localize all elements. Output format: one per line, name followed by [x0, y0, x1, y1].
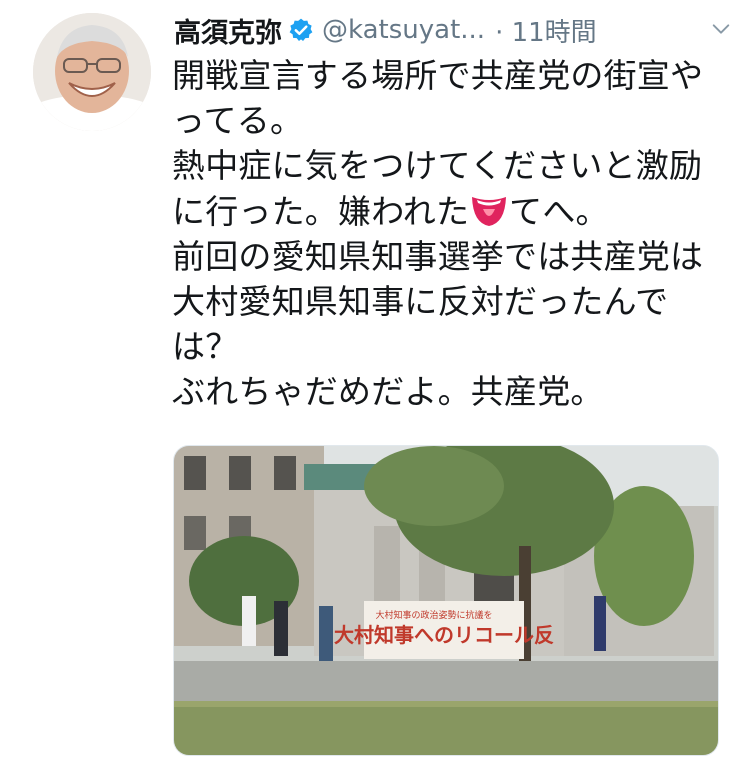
tweet-text: 開戦宣言する場所で共産党の街宣や ってる。 熱中症に気をつけてくださいと激励 に…	[172, 53, 732, 415]
banner-small-text: 大村知事の政治姿勢に抗議を	[375, 609, 492, 621]
photo-image: 大村知事の政治姿勢に抗議を 大村知事へのリコール反	[174, 446, 718, 755]
tweet-line: ってる。	[172, 101, 304, 141]
tweet-line: 前回の愛知県知事選挙では共産党は	[172, 236, 704, 276]
tweet-line: 熱中症に気をつけてくださいと激励	[172, 146, 703, 186]
tongue-face-emoji-icon	[472, 196, 507, 226]
tweet-line: 大村愛知県知事に反対だったんで	[172, 282, 669, 322]
tweet-timestamp[interactable]: · 11時間	[495, 12, 597, 49]
author-name[interactable]: 高須克弥	[174, 11, 282, 50]
tweet-line: は？	[172, 327, 239, 367]
chevron-down-icon[interactable]	[710, 18, 732, 40]
avatar-image	[33, 13, 151, 131]
verified-badge-icon	[289, 18, 313, 42]
author-avatar[interactable]	[33, 13, 151, 131]
tweet-photo[interactable]: 大村知事の政治姿勢に抗議を 大村知事へのリコール反	[173, 445, 719, 756]
tweet-line-part: に行った。嫌われた	[172, 191, 470, 231]
tweet-line: 開戦宣言する場所で共産党の街宣や	[172, 56, 704, 95]
banner-text: 大村知事へのリコール反	[334, 623, 554, 647]
author-handle[interactable]: @katsuyat...	[322, 15, 485, 45]
tweet-line-part: てへ。	[509, 191, 609, 231]
tweet-header: 高須克弥 @katsuyat... · 11時間	[174, 8, 742, 52]
tweet-line: に行った。嫌われた てへ。	[172, 189, 732, 234]
tweet-line: ぶれちゃだめだよ。共産党。	[172, 372, 604, 412]
